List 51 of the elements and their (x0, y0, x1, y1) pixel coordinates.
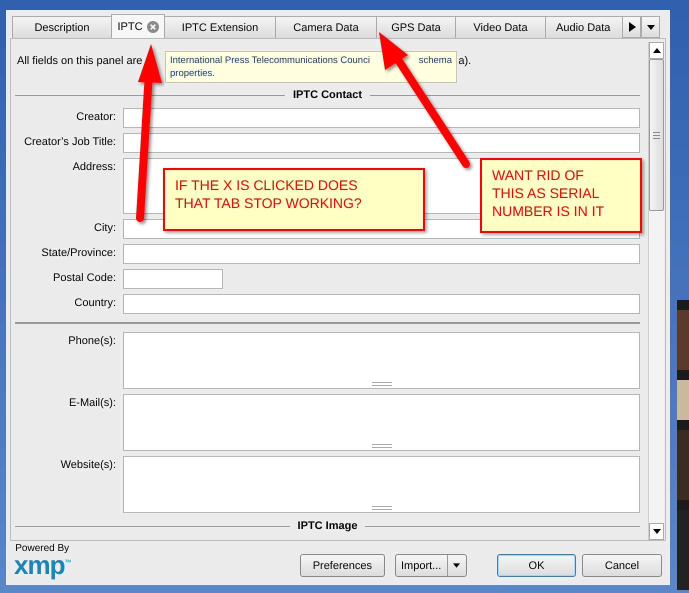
scroll-right-button[interactable] (622, 16, 641, 38)
tab[interactable]: Camera Data (275, 16, 377, 38)
caret-icon (646, 24, 654, 30)
tab[interactable]: IPTC (111, 14, 165, 38)
tooltip: International Press Telecommunications Counci schema properties. (165, 51, 457, 83)
input-field[interactable] (123, 244, 640, 264)
up-arrow-icon[interactable] (652, 48, 660, 53)
intro-text: a). (458, 55, 472, 67)
tab[interactable]: Audio Data (545, 16, 623, 38)
input-field[interactable] (123, 133, 640, 153)
field-label: Creator’s Job Title: (23, 135, 116, 150)
grip-icon (653, 132, 660, 138)
field-label: Postal Code: (52, 271, 116, 286)
logo-caption: Powered By (15, 544, 70, 554)
scrollbar[interactable] (648, 42, 664, 540)
resize-grip-icon[interactable] (372, 506, 392, 510)
section-heading: IPTC Image (298, 520, 358, 532)
field-label: Website(s): (60, 458, 116, 473)
input-field[interactable] (123, 269, 223, 289)
tab[interactable]: Description (12, 16, 112, 38)
field-label: Address: (72, 160, 116, 175)
text-area[interactable] (123, 394, 640, 451)
dialog-button[interactable]: Preferences (300, 554, 385, 577)
section-heading: IPTC Contact (292, 89, 362, 101)
tab-menu-button[interactable] (641, 16, 660, 38)
down-arrow-icon[interactable] (652, 529, 660, 534)
input-field[interactable] (123, 294, 640, 314)
field-label: State/Province: (40, 246, 116, 261)
tab[interactable]: IPTC Extension (164, 16, 276, 38)
callout-tooltip: WANT RID OF THIS AS SERIAL NUMBER IS IN IT (480, 158, 642, 233)
right-arrow-icon (628, 22, 636, 32)
logo: xmp$^{™}$ (14, 554, 70, 577)
field-label: Country: (73, 296, 116, 311)
field-label: E-Mail(s): (68, 396, 116, 411)
import-button[interactable]: Import... (395, 554, 467, 577)
text-area[interactable] (123, 332, 640, 389)
resize-grip-icon[interactable] (372, 444, 392, 448)
resize-grip-icon[interactable] (372, 382, 392, 386)
text-area[interactable] (123, 456, 640, 513)
caret-icon[interactable] (452, 563, 460, 568)
field-label: City: (93, 221, 116, 236)
dialog-button[interactable]: Cancel (582, 554, 662, 577)
field-label: Creator: (75, 110, 116, 125)
callout-tooltip: IF THE X IS CLICKED DOES THAT TAB STOP WORKING? (163, 168, 425, 231)
input-field[interactable] (123, 108, 640, 128)
close-icon[interactable] (146, 20, 159, 32)
field-label: Phone(s): (67, 334, 116, 349)
tab[interactable]: GPS Data (376, 16, 456, 38)
intro-text: All fields on this panel are (17, 55, 142, 67)
tab[interactable]: Video Data (455, 16, 546, 38)
ok-button[interactable]: OK (497, 554, 576, 577)
